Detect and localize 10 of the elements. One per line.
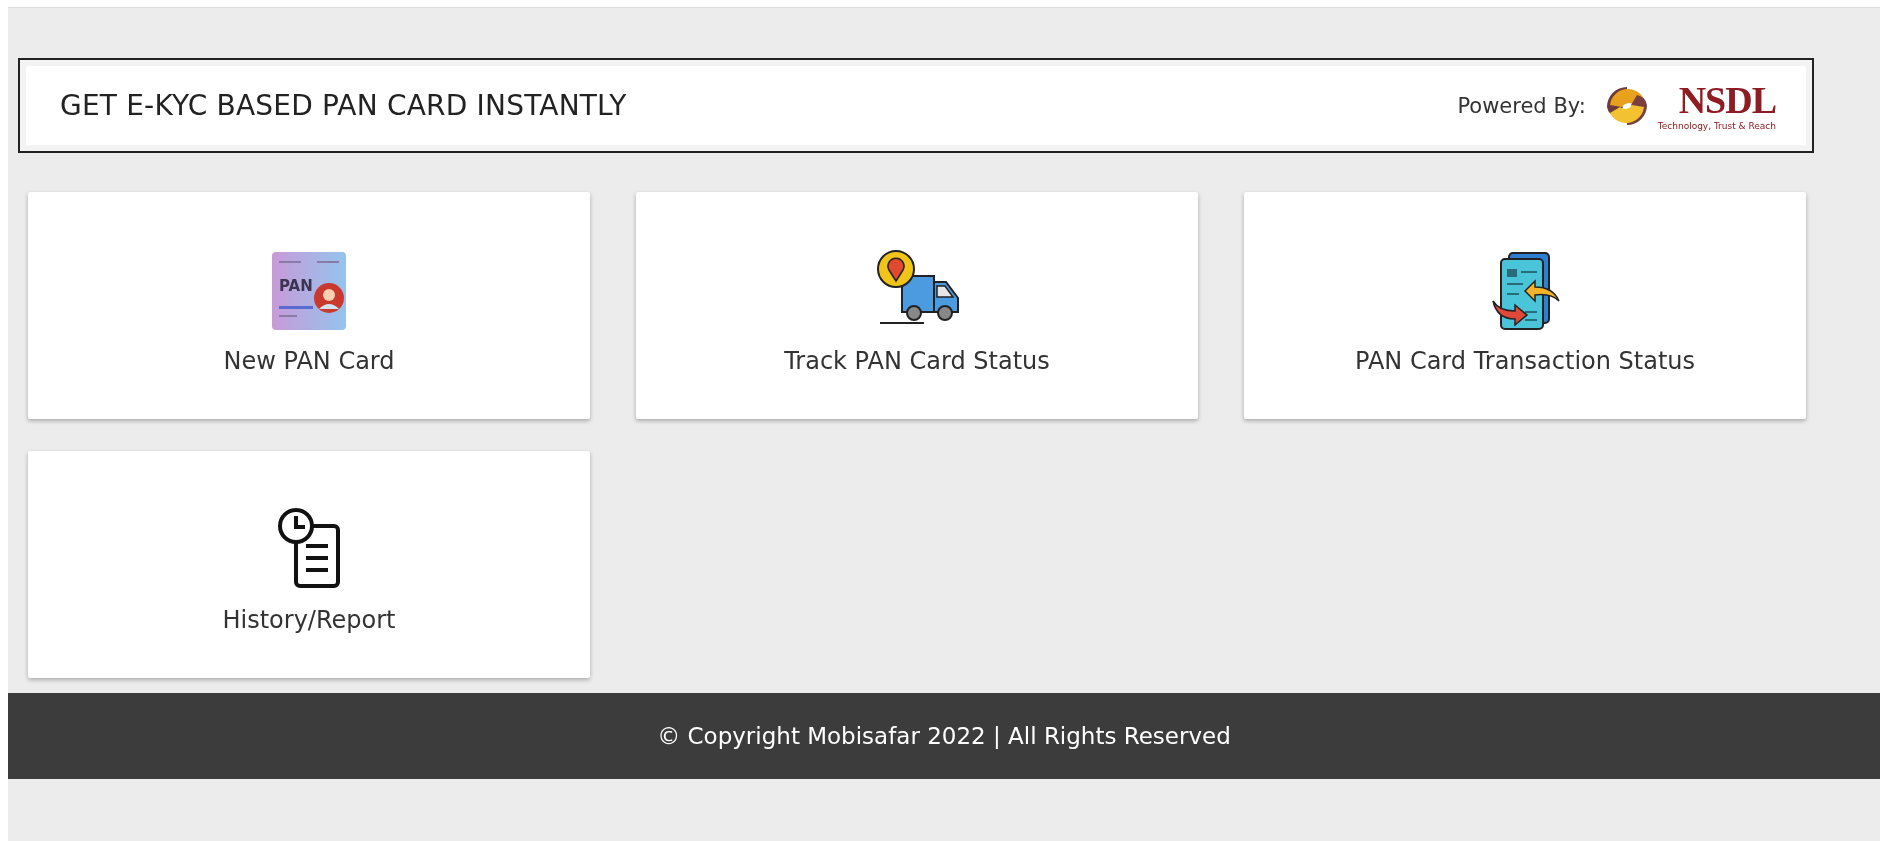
powered-by-label: Powered By: bbox=[1457, 93, 1586, 118]
service-card[interactable]: PAN New PAN Card bbox=[28, 192, 590, 419]
service-card[interactable]: Track PAN Card Status bbox=[636, 192, 1198, 419]
copyright-text: © Copyright Mobisafar 2022 | All Rights Reserved bbox=[657, 723, 1231, 749]
clock-document-icon bbox=[276, 507, 342, 590]
service-card[interactable]: PAN Card Transaction Status bbox=[1244, 192, 1806, 419]
logo-tagline: Technology, Trust & Reach bbox=[1657, 120, 1776, 131]
page-title: GET E-KYC BASED PAN CARD INSTANTLY bbox=[60, 89, 627, 122]
service-card[interactable]: History/Report bbox=[28, 451, 590, 678]
logo-name: NSDL bbox=[1678, 80, 1776, 119]
